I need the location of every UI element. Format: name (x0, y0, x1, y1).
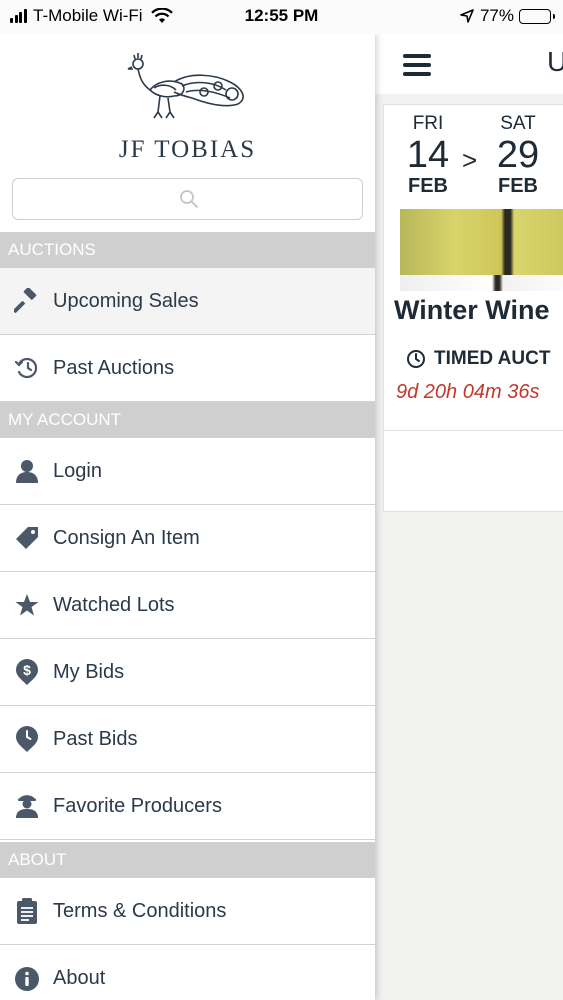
menu-item-login[interactable]: Login (0, 438, 375, 505)
start-day: 14 (406, 134, 450, 176)
status-bar: T-Mobile Wi-Fi 12:55 PM 77% (0, 0, 563, 34)
clock-pin-icon (0, 706, 53, 773)
start-date: FRI 14 FEB (392, 113, 464, 198)
info-icon (0, 945, 53, 1000)
menu-item-label: Past Bids (53, 727, 138, 750)
dollar-pin-icon: $ (0, 639, 53, 706)
menu-item-my-bids[interactable]: $ My Bids (0, 639, 375, 706)
auction-type: TIMED AUCT (406, 348, 550, 370)
menu-item-label: Consign An Item (53, 526, 200, 549)
auction-title: Winter Wine (394, 295, 550, 325)
auction-type-label: TIMED AUCT (434, 348, 551, 369)
menu-item-consign[interactable]: Consign An Item (0, 505, 375, 572)
location-arrow-icon (460, 9, 474, 23)
end-day: 29 (496, 134, 540, 176)
search-input[interactable] (12, 178, 363, 220)
battery-icon (519, 8, 555, 24)
producer-icon (0, 773, 53, 840)
battery-percent: 77% (479, 6, 514, 25)
main-title: U (547, 46, 563, 77)
menu-icon[interactable] (403, 54, 431, 76)
main-content: U FRI 14 FEB > SAT 29 FEB Winter Wine TI… (375, 34, 563, 1000)
end-date: SAT 29 FEB (482, 113, 554, 198)
menu-item-label: Watched Lots (53, 593, 175, 616)
auction-card[interactable]: FRI 14 FEB > SAT 29 FEB Winter Wine TIME… (383, 104, 563, 512)
end-dow: SAT (500, 113, 536, 134)
date-range-arrow: > (462, 145, 478, 175)
star-icon (0, 572, 53, 639)
search-icon (180, 190, 198, 208)
menu-item-watched-lots[interactable]: Watched Lots (0, 572, 375, 639)
section-auctions: AUCTIONS (0, 232, 375, 268)
section-my-account: MY ACCOUNT (0, 402, 375, 438)
section-about: ABOUT (0, 842, 375, 878)
start-month: FEB (408, 175, 448, 197)
history-icon (0, 335, 53, 402)
menu-item-about[interactable]: About (0, 945, 375, 1000)
peacock-logo-icon (127, 53, 244, 119)
side-drawer: JF TOBIAS AUCTIONS Upcoming Sales Past A… (0, 34, 375, 1000)
user-icon (0, 438, 53, 505)
menu-item-favorite-producers[interactable]: Favorite Producers (0, 773, 375, 840)
menu-item-label: About (53, 967, 106, 989)
auction-countdown: 9d 20h 04m 36s (396, 381, 540, 403)
menu-item-label: Past Auctions (53, 356, 175, 379)
logo-text: JF TOBIAS (118, 136, 257, 163)
menu-item-label: My Bids (53, 660, 125, 683)
menu-item-terms[interactable]: Terms & Conditions (0, 878, 375, 945)
clock-icon (407, 350, 425, 368)
menu-item-label: Upcoming Sales (53, 289, 199, 312)
auction-banner-image (400, 209, 563, 291)
card-divider (384, 430, 563, 431)
start-dow: FRI (412, 113, 444, 134)
menu-item-past-bids[interactable]: Past Bids (0, 706, 375, 773)
tag-icon (0, 505, 53, 572)
menu-item-label: Terms & Conditions (53, 899, 227, 922)
logo: JF TOBIAS (0, 52, 375, 164)
menu-item-upcoming-sales[interactable]: Upcoming Sales (0, 268, 375, 335)
gavel-icon (0, 268, 53, 335)
main-topbar: U (375, 34, 563, 94)
status-right: 77% (460, 6, 555, 26)
svg-text:$: $ (23, 662, 31, 678)
menu-item-label: Favorite Producers (53, 794, 222, 817)
end-month: FEB (498, 175, 538, 197)
menu-item-past-auctions[interactable]: Past Auctions (0, 335, 375, 402)
menu-item-label: Login (53, 459, 102, 482)
document-icon (0, 878, 53, 945)
